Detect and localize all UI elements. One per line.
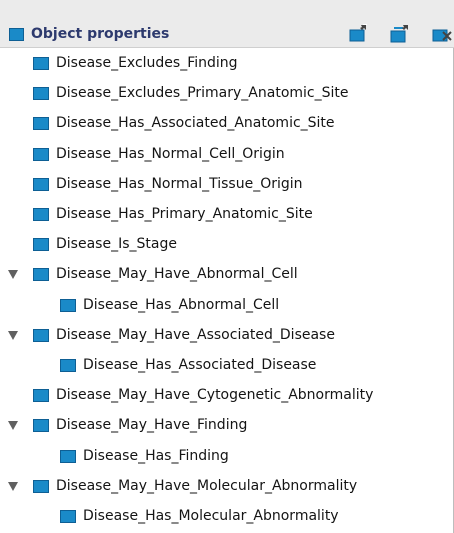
tree-item-label: Disease_Has_Finding [83, 448, 229, 464]
tree-item-label: Disease_May_Have_Abnormal_Cell [56, 266, 298, 282]
tree-item-label: Disease_May_Have_Molecular_Abnormality [56, 478, 358, 494]
expand-toggle-icon[interactable] [8, 482, 18, 491]
object-property-icon [33, 148, 49, 161]
object-property-icon [33, 178, 49, 191]
tree-item-label: Disease_May_Have_Cytogenetic_Abnormality [56, 387, 374, 403]
tree-item[interactable]: Disease_Has_Associated_Anatomic_Site [0, 108, 454, 138]
expand-toggle-icon[interactable] [8, 331, 18, 340]
delete-property-icon[interactable] [432, 24, 452, 43]
tree-item-label: Disease_Has_Normal_Tissue_Origin [56, 176, 303, 192]
tree-item-label: Disease_Has_Abnormal_Cell [83, 297, 280, 313]
object-property-icon [60, 359, 76, 372]
object-property-icon [60, 510, 76, 523]
tree-item-label: Disease_Is_Stage [56, 236, 177, 252]
object-property-icon [33, 329, 49, 342]
tree-item-label: Disease_Has_Primary_Anatomic_Site [56, 206, 313, 222]
tree-item[interactable]: Disease_Excludes_Finding [0, 48, 454, 78]
object-property-icon [60, 450, 76, 463]
panel-title: Object properties [31, 26, 170, 42]
tree-item[interactable]: Disease_May_Have_Cytogenetic_Abnormality [0, 380, 454, 410]
tree-item[interactable]: Disease_Has_Abnormal_Cell [0, 290, 454, 320]
expand-toggle-icon[interactable] [8, 270, 18, 279]
object-property-icon [33, 419, 49, 432]
object-properties-panel: Object properties Disease_Excludes_Findi [0, 0, 454, 533]
object-property-icon [33, 238, 49, 251]
tree-item-label: Disease_Excludes_Primary_Anatomic_Site [56, 85, 349, 101]
add-sibling-property-icon[interactable] [390, 24, 410, 43]
tree-item-label: Disease_Has_Associated_Disease [83, 357, 317, 373]
tree-item[interactable]: Disease_Has_Primary_Anatomic_Site [0, 199, 454, 229]
object-property-icon [9, 28, 24, 41]
object-property-icon [33, 268, 49, 281]
tree-item[interactable]: Disease_May_Have_Associated_Disease [0, 320, 454, 350]
tree-item[interactable]: Disease_May_Have_Molecular_Abnormality [0, 471, 454, 501]
tree-item[interactable]: Disease_Excludes_Primary_Anatomic_Site [0, 78, 454, 108]
tree-item-label: Disease_May_Have_Finding [56, 417, 248, 433]
tree-item[interactable]: Disease_May_Have_Abnormal_Cell [0, 259, 454, 289]
object-property-icon [33, 57, 49, 70]
panel-header: Object properties [0, 0, 454, 48]
tree-item-label: Disease_Excludes_Finding [56, 55, 238, 71]
tree-item[interactable]: Disease_Has_Molecular_Abnormality [0, 501, 454, 531]
object-property-icon [33, 117, 49, 130]
expand-toggle-icon[interactable] [8, 421, 18, 430]
tree-item[interactable]: Disease_Has_Associated_Disease [0, 350, 454, 380]
tree-item[interactable]: Disease_Has_Normal_Tissue_Origin [0, 169, 454, 199]
tree-item-label: Disease_Has_Molecular_Abnormality [83, 508, 339, 524]
add-subproperty-icon[interactable] [349, 24, 369, 43]
object-property-icon [33, 389, 49, 402]
object-property-icon [33, 87, 49, 100]
tree-item[interactable]: Disease_Has_Finding [0, 441, 454, 471]
tree-item[interactable]: Disease_May_Have_Finding [0, 410, 454, 440]
object-property-icon [60, 299, 76, 312]
tree-item-label: Disease_Has_Associated_Anatomic_Site [56, 115, 335, 131]
tree-item-label: Disease_May_Have_Associated_Disease [56, 327, 335, 343]
object-property-icon [33, 480, 49, 493]
tree-item[interactable]: Disease_Is_Stage [0, 229, 454, 259]
tree-item-label: Disease_Has_Normal_Cell_Origin [56, 146, 285, 162]
tree-item[interactable]: Disease_Has_Normal_Cell_Origin [0, 139, 454, 169]
object-property-icon [33, 208, 49, 221]
